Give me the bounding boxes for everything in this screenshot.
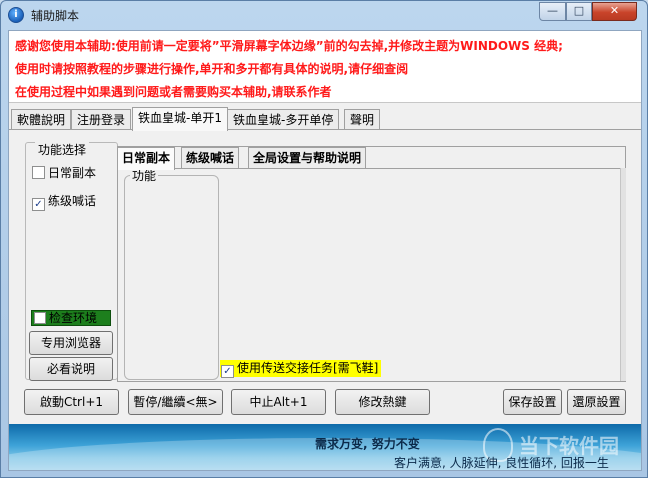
leveling-shout-label: 练级喊话 — [48, 194, 97, 208]
browser-button[interactable]: 专用浏览器 — [29, 331, 113, 355]
tab-leveling-shout[interactable]: 练级喊话 — [181, 147, 240, 169]
title-bar[interactable]: i 辅助脚本 — □ ✕ — [1, 1, 647, 29]
notice-line-1: 感谢您使用本辅助:使用前请一定要将”平滑屏幕字体边缘”前的勾去掉,并修改主题为W… — [15, 39, 563, 53]
tab-single-open[interactable]: 铁血皇城-单开1 — [132, 107, 228, 131]
notice-line-3: 在使用过程中如果遇到问题或者需要购买本辅助,请联系作者 — [15, 85, 332, 99]
daily-dungeon-checkbox[interactable]: 日常副本 — [32, 166, 96, 182]
transfer-task-checkbox[interactable]: ✓ 使用传送交接任务[需飞鞋] — [220, 360, 382, 378]
tab-register-login[interactable]: 注册登录 — [71, 109, 132, 130]
tab-multi-open[interactable]: 铁血皇城-多开单停 — [227, 109, 340, 130]
footer-slogan-1: 需求万变, 努力不变 — [315, 437, 420, 451]
save-settings-button[interactable]: 保存設置 — [503, 389, 562, 415]
close-button[interactable]: ✕ — [592, 2, 637, 21]
maximize-button[interactable]: □ — [566, 2, 592, 21]
restore-settings-button[interactable]: 還原設置 — [567, 389, 626, 415]
tabs-divider — [9, 129, 641, 130]
notice-panel: 感谢您使用本辅助:使用前请一定要将”平滑屏幕字体边缘”前的勾去掉,并修改主题为W… — [9, 31, 641, 103]
panel-scroll-strip[interactable] — [620, 168, 626, 381]
function-group-box — [124, 175, 219, 380]
checkbox-unchecked-icon — [34, 312, 46, 324]
footer-slogan-2: 客户满意, 人脉延伸, 良性循环, 回报一生 — [394, 456, 609, 470]
window-title: 辅助脚本 — [31, 9, 80, 23]
help-button[interactable]: 必看说明 — [29, 357, 113, 381]
tab-software-info[interactable]: 軟體說明 — [11, 109, 72, 130]
stop-button[interactable]: 中止Alt+1 — [231, 389, 326, 415]
app-logo-icon: i — [8, 7, 24, 23]
client-area: 感谢您使用本辅助:使用前请一定要将”平滑屏幕字体边缘”前的勾去掉,并修改主题为W… — [8, 30, 642, 471]
main-tabs: 軟體說明 注册登录 铁血皇城-单开1 铁血皇城-多开单停 聲明 — [9, 107, 641, 131]
daily-dungeon-label: 日常副本 — [48, 166, 97, 180]
tab-global-settings[interactable]: 全局设置与帮助说明 — [248, 147, 367, 169]
tab-daily-dungeon[interactable]: 日常副本 — [117, 147, 176, 170]
subtabs-divider — [117, 168, 626, 169]
function-select-title: 功能选择 — [35, 141, 90, 158]
minimize-button[interactable]: — — [539, 2, 566, 21]
modify-hotkey-button[interactable]: 修改熱鍵 — [335, 389, 430, 415]
start-button[interactable]: 啟動Ctrl+1 — [24, 389, 119, 415]
footer-banner: 当下软件园 需求万变, 努力不变 客户满意, 人脉延伸, 良性循环, 回报一生 — [9, 424, 641, 470]
checkmark-icon: ✓ — [32, 198, 45, 211]
tab-statement[interactable]: 聲明 — [344, 109, 381, 130]
pause-resume-button[interactable]: 暫停/繼續<無> — [128, 389, 223, 415]
checkbox-unchecked-icon — [32, 166, 45, 179]
leveling-shout-checkbox[interactable]: ✓ 练级喊话 — [32, 194, 97, 211]
notice-line-2: 使用时请按照教程的步骤进行操作,单开和多开都有具体的说明,请仔细查阅 — [15, 62, 409, 76]
check-environment-label: 检查环境 — [49, 311, 98, 325]
app-window: i 辅助脚本 — □ ✕ 感谢您使用本辅助:使用前请一定要将”平滑屏幕字体边缘”… — [0, 0, 648, 478]
transfer-task-label: 使用传送交接任务[需飞鞋] — [237, 361, 379, 375]
checkmark-icon: ✓ — [221, 365, 234, 378]
check-environment-checkbox[interactable]: 检查环境 — [31, 310, 111, 326]
